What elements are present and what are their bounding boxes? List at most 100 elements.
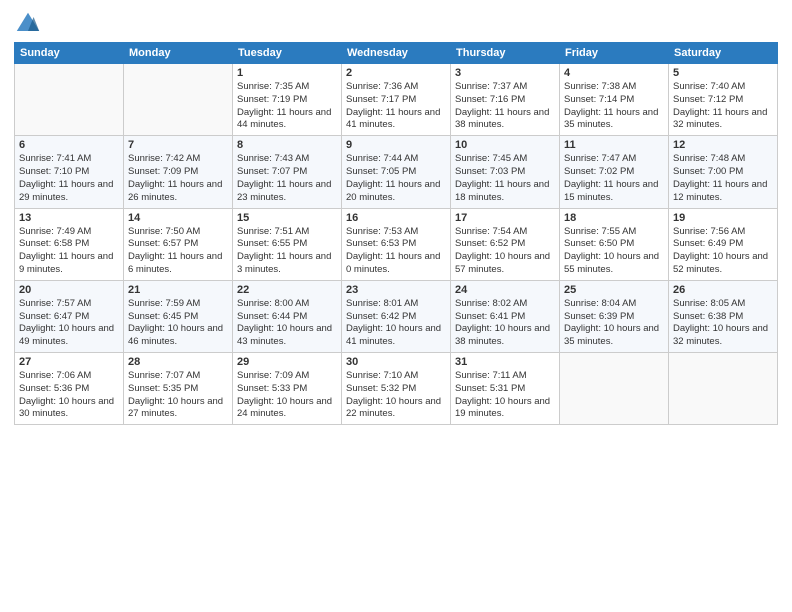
day-number: 22: [237, 284, 337, 296]
calendar-cell: 4 Sunrise: 7:38 AMSunset: 7:14 PMDaylight…: [560, 64, 669, 136]
weekday-header-tuesday: Tuesday: [233, 43, 342, 64]
day-info: Sunrise: 7:38 AMSunset: 7:14 PMDaylight:…: [564, 81, 664, 132]
calendar-cell: 22 Sunrise: 8:00 AMSunset: 6:44 PMDayligh…: [233, 280, 342, 352]
calendar-body: 1 Sunrise: 7:35 AMSunset: 7:19 PMDaylight…: [15, 64, 778, 425]
weekday-header-sunday: Sunday: [15, 43, 124, 64]
day-info: Sunrise: 7:56 AMSunset: 6:49 PMDaylight:…: [673, 226, 773, 277]
calendar-cell: 19Sunrise: 7:56 AMSunset: 6:49 PMDayligh…: [669, 208, 778, 280]
day-info: Sunrise: 7:48 AMSunset: 7:00 PMDaylight:…: [673, 153, 773, 204]
day-info: Sunrise: 7:51 AMSunset: 6:55 PMDaylight:…: [237, 226, 337, 277]
day-number: 30: [346, 356, 446, 368]
calendar-cell: 3 Sunrise: 7:37 AMSunset: 7:16 PMDaylight…: [451, 64, 560, 136]
day-number: 17: [455, 212, 555, 224]
day-number: 13: [19, 212, 119, 224]
calendar-cell: 9 Sunrise: 7:44 AMSunset: 7:05 PMDaylight…: [342, 136, 451, 208]
calendar-cell: 10Sunrise: 7:45 AMSunset: 7:03 PMDayligh…: [451, 136, 560, 208]
day-info: Sunrise: 8:00 AMSunset: 6:44 PMDaylight:…: [237, 298, 337, 349]
calendar-cell: [124, 64, 233, 136]
calendar-week-4: 20Sunrise: 7:57 AMSunset: 6:47 PMDayligh…: [15, 280, 778, 352]
calendar-cell: 21 Sunrise: 7:59 AMSunset: 6:45 PMDayligh…: [124, 280, 233, 352]
day-number: 3: [455, 67, 555, 79]
day-info: Sunrise: 7:43 AMSunset: 7:07 PMDaylight:…: [237, 153, 337, 204]
weekday-header-friday: Friday: [560, 43, 669, 64]
calendar-cell: 2 Sunrise: 7:36 AMSunset: 7:17 PMDaylight…: [342, 64, 451, 136]
day-number: 21: [128, 284, 228, 296]
day-info: Sunrise: 7:10 AMSunset: 5:32 PMDaylight:…: [346, 370, 446, 421]
calendar-cell: [669, 353, 778, 425]
weekday-header-thursday: Thursday: [451, 43, 560, 64]
calendar-cell: 16Sunrise: 7:53 AMSunset: 6:53 PMDayligh…: [342, 208, 451, 280]
day-info: Sunrise: 7:35 AMSunset: 7:19 PMDaylight:…: [237, 81, 337, 132]
calendar-cell: 7 Sunrise: 7:42 AMSunset: 7:09 PMDaylight…: [124, 136, 233, 208]
weekday-header-wednesday: Wednesday: [342, 43, 451, 64]
calendar-cell: 28 Sunrise: 7:07 AMSunset: 5:35 PMDayligh…: [124, 353, 233, 425]
day-number: 15: [237, 212, 337, 224]
logo: [14, 10, 44, 38]
day-info: Sunrise: 8:05 AMSunset: 6:38 PMDaylight:…: [673, 298, 773, 349]
day-number: 29: [237, 356, 337, 368]
day-number: 4: [564, 67, 664, 79]
day-number: 14: [128, 212, 228, 224]
weekday-header-row: SundayMondayTuesdayWednesdayThursdayFrid…: [15, 43, 778, 64]
day-number: 28: [128, 356, 228, 368]
calendar-cell: 1 Sunrise: 7:35 AMSunset: 7:19 PMDaylight…: [233, 64, 342, 136]
calendar-cell: 18 Sunrise: 7:55 AMSunset: 6:50 PMDayligh…: [560, 208, 669, 280]
day-number: 18: [564, 212, 664, 224]
day-number: 9: [346, 139, 446, 151]
calendar-cell: 11 Sunrise: 7:47 AMSunset: 7:02 PMDayligh…: [560, 136, 669, 208]
calendar-cell: [560, 353, 669, 425]
day-info: Sunrise: 7:07 AMSunset: 5:35 PMDaylight:…: [128, 370, 228, 421]
day-number: 11: [564, 139, 664, 151]
day-number: 27: [19, 356, 119, 368]
calendar-cell: 17 Sunrise: 7:54 AMSunset: 6:52 PMDayligh…: [451, 208, 560, 280]
calendar-cell: 23 Sunrise: 8:01 AMSunset: 6:42 PMDayligh…: [342, 280, 451, 352]
calendar-cell: 8 Sunrise: 7:43 AMSunset: 7:07 PMDaylight…: [233, 136, 342, 208]
day-number: 24: [455, 284, 555, 296]
day-info: Sunrise: 7:59 AMSunset: 6:45 PMDaylight:…: [128, 298, 228, 349]
day-info: Sunrise: 7:42 AMSunset: 7:09 PMDaylight:…: [128, 153, 228, 204]
day-info: Sunrise: 7:47 AMSunset: 7:02 PMDaylight:…: [564, 153, 664, 204]
day-info: Sunrise: 7:37 AMSunset: 7:16 PMDaylight:…: [455, 81, 555, 132]
day-number: 25: [564, 284, 664, 296]
calendar-cell: 29 Sunrise: 7:09 AMSunset: 5:33 PMDayligh…: [233, 353, 342, 425]
day-number: 23: [346, 284, 446, 296]
day-info: Sunrise: 7:44 AMSunset: 7:05 PMDaylight:…: [346, 153, 446, 204]
day-number: 2: [346, 67, 446, 79]
calendar-cell: 5Sunrise: 7:40 AMSunset: 7:12 PMDaylight…: [669, 64, 778, 136]
calendar-cell: 20Sunrise: 7:57 AMSunset: 6:47 PMDayligh…: [15, 280, 124, 352]
day-number: 26: [673, 284, 773, 296]
day-info: Sunrise: 7:41 AMSunset: 7:10 PMDaylight:…: [19, 153, 119, 204]
page-container: SundayMondayTuesdayWednesdayThursdayFrid…: [0, 0, 792, 435]
calendar-week-5: 27 Sunrise: 7:06 AMSunset: 5:36 PMDayligh…: [15, 353, 778, 425]
day-number: 1: [237, 67, 337, 79]
day-info: Sunrise: 7:11 AMSunset: 5:31 PMDaylight:…: [455, 370, 555, 421]
day-info: Sunrise: 7:50 AMSunset: 6:57 PMDaylight:…: [128, 226, 228, 277]
day-number: 8: [237, 139, 337, 151]
day-number: 5: [673, 67, 773, 79]
day-info: Sunrise: 7:54 AMSunset: 6:52 PMDaylight:…: [455, 226, 555, 277]
day-info: Sunrise: 7:06 AMSunset: 5:36 PMDaylight:…: [19, 370, 119, 421]
calendar-cell: 6 Sunrise: 7:41 AMSunset: 7:10 PMDaylight…: [15, 136, 124, 208]
day-number: 16: [346, 212, 446, 224]
day-info: Sunrise: 7:57 AMSunset: 6:47 PMDaylight:…: [19, 298, 119, 349]
calendar-cell: 25Sunrise: 8:04 AMSunset: 6:39 PMDayligh…: [560, 280, 669, 352]
weekday-header-monday: Monday: [124, 43, 233, 64]
day-number: 7: [128, 139, 228, 151]
day-number: 6: [19, 139, 119, 151]
calendar-week-3: 13 Sunrise: 7:49 AMSunset: 6:58 PMDayligh…: [15, 208, 778, 280]
calendar-cell: 26 Sunrise: 8:05 AMSunset: 6:38 PMDayligh…: [669, 280, 778, 352]
day-info: Sunrise: 7:09 AMSunset: 5:33 PMDaylight:…: [237, 370, 337, 421]
calendar-cell: 14 Sunrise: 7:50 AMSunset: 6:57 PMDayligh…: [124, 208, 233, 280]
calendar-cell: 30 Sunrise: 7:10 AMSunset: 5:32 PMDayligh…: [342, 353, 451, 425]
day-number: 10: [455, 139, 555, 151]
header: [14, 10, 778, 38]
calendar-cell: [15, 64, 124, 136]
calendar-cell: 12 Sunrise: 7:48 AMSunset: 7:00 PMDayligh…: [669, 136, 778, 208]
calendar-cell: 13 Sunrise: 7:49 AMSunset: 6:58 PMDayligh…: [15, 208, 124, 280]
day-info: Sunrise: 7:55 AMSunset: 6:50 PMDaylight:…: [564, 226, 664, 277]
day-info: Sunrise: 8:01 AMSunset: 6:42 PMDaylight:…: [346, 298, 446, 349]
day-info: Sunrise: 7:49 AMSunset: 6:58 PMDaylight:…: [19, 226, 119, 277]
day-info: Sunrise: 7:36 AMSunset: 7:17 PMDaylight:…: [346, 81, 446, 132]
calendar-cell: 27 Sunrise: 7:06 AMSunset: 5:36 PMDayligh…: [15, 353, 124, 425]
day-number: 12: [673, 139, 773, 151]
